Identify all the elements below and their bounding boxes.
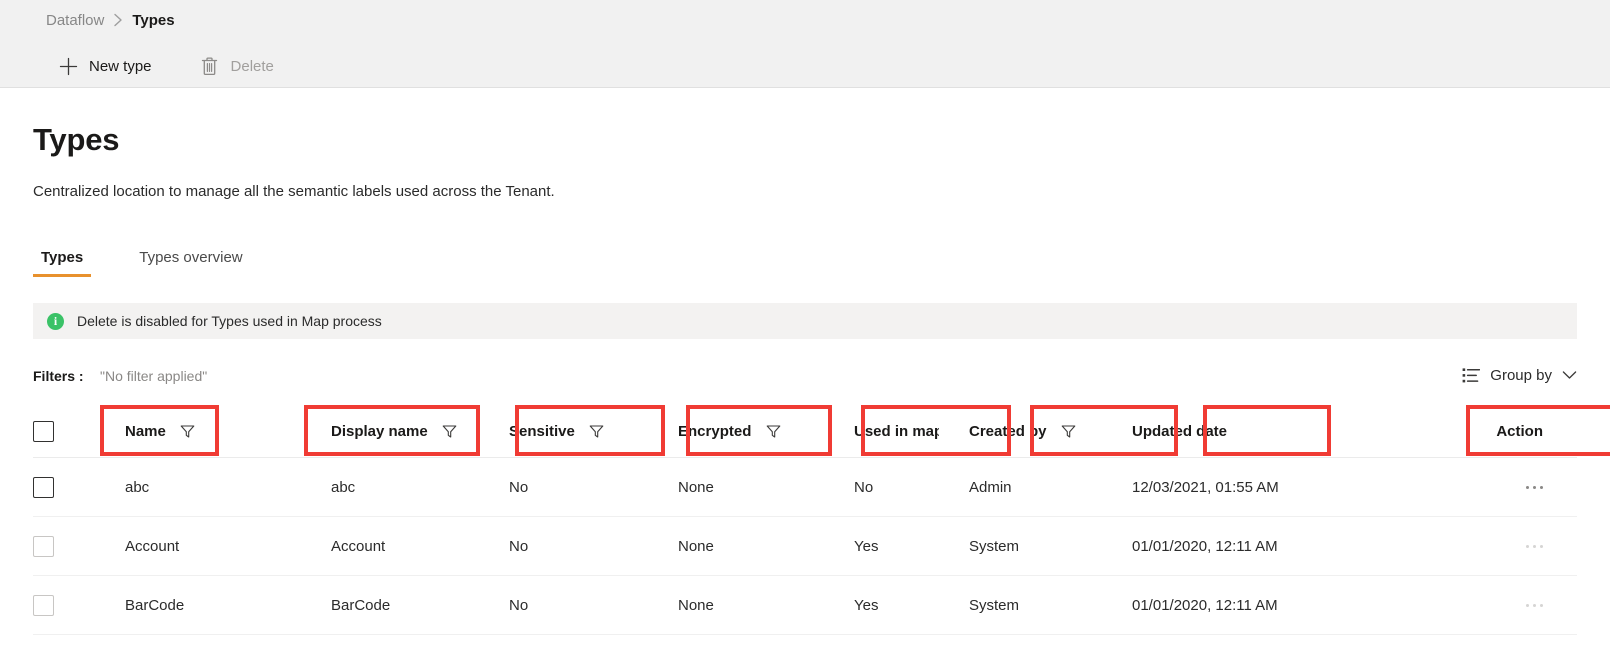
- cell-encrypted: None: [678, 537, 714, 555]
- trash-icon: [200, 56, 220, 76]
- column-header-sensitive-label: Sensitive: [509, 422, 575, 440]
- tab-types-overview-label: Types overview: [139, 249, 243, 266]
- info-banner: i Delete is disabled for Types used in M…: [33, 303, 1577, 339]
- column-header-sensitive[interactable]: Sensitive: [479, 423, 648, 440]
- column-header-action-label: Action: [1496, 422, 1543, 440]
- plus-icon: [58, 56, 78, 76]
- cell-display-name: abc: [331, 478, 356, 496]
- column-header-created-by[interactable]: Created by: [939, 423, 1102, 440]
- ellipsis-icon[interactable]: [1526, 593, 1543, 617]
- row-select-cell: [33, 535, 92, 557]
- table-row[interactable]: Account Account No None Yes System 01/01…: [33, 517, 1577, 576]
- tab-bar: Types Types overview: [33, 235, 291, 277]
- column-header-name[interactable]: Name: [92, 423, 301, 440]
- row-checkbox[interactable]: [33, 535, 54, 557]
- cell-used-in-map: No: [854, 478, 874, 496]
- cell-updated-date: 01/01/2020, 12:11 AM: [1132, 596, 1278, 614]
- column-header-updated-date-label: Updated date: [1132, 422, 1228, 440]
- cell-encrypted: None: [678, 596, 714, 614]
- table-row[interactable]: abc abc No None No Admin 12/03/2021, 01:…: [33, 458, 1577, 517]
- cell-display-name: BarCode: [331, 596, 391, 614]
- column-header-created-by-label: Created by: [969, 422, 1047, 440]
- filters-label: Filters :: [33, 368, 84, 384]
- page-title: Types: [33, 122, 120, 157]
- info-icon: i: [47, 312, 64, 330]
- chevron-down-icon: [1562, 370, 1577, 380]
- breadcrumb: Dataflow Types: [46, 8, 175, 32]
- column-header-name-label: Name: [125, 422, 166, 440]
- cell-name: abc: [125, 478, 150, 496]
- cell-updated-date: 01/01/2020, 12:11 AM: [1132, 537, 1278, 555]
- new-type-button[interactable]: New type: [46, 46, 164, 86]
- top-chrome: Dataflow Types New type Delete: [0, 0, 1610, 88]
- filters-value: "No filter applied": [100, 368, 208, 384]
- column-header-encrypted-label: Encrypted: [678, 422, 752, 440]
- filter-icon[interactable]: [180, 423, 196, 439]
- cell-action: [1356, 534, 1577, 558]
- filter-icon[interactable]: [1061, 423, 1077, 439]
- column-header-encrypted[interactable]: Encrypted: [648, 423, 824, 440]
- group-by-button[interactable]: Group by: [1462, 366, 1577, 384]
- row-checkbox[interactable]: [33, 594, 54, 616]
- column-header-used-in-map-label: Used in map: [854, 422, 939, 440]
- tab-types-label: Types: [41, 249, 84, 266]
- cell-updated-date: 12/03/2021, 01:55 AM: [1132, 478, 1279, 496]
- list-group-icon: [1462, 366, 1481, 384]
- group-by-label: Group by: [1490, 366, 1552, 384]
- table-header-row: Name Display name Sensitive Encrypted Us…: [33, 405, 1577, 458]
- filter-icon[interactable]: [765, 423, 781, 439]
- cell-sensitive: No: [509, 596, 529, 614]
- cell-sensitive: No: [509, 478, 529, 496]
- cell-used-in-map: Yes: [854, 596, 879, 614]
- cell-created-by: Admin: [969, 478, 1012, 496]
- cell-display-name: Account: [331, 537, 386, 555]
- filter-bar: Filters : "No filter applied" Group by: [33, 366, 1577, 392]
- column-header-action[interactable]: Action: [1356, 423, 1577, 440]
- table-row[interactable]: BarCode BarCode No None Yes System 01/01…: [33, 576, 1577, 635]
- cell-action: [1356, 593, 1577, 617]
- select-all-cell: [33, 420, 92, 442]
- ellipsis-icon[interactable]: [1526, 534, 1543, 558]
- tab-types-overview[interactable]: Types overview: [131, 249, 250, 277]
- cell-created-by: System: [969, 537, 1020, 555]
- cell-encrypted: None: [678, 478, 714, 496]
- filter-icon[interactable]: [589, 423, 605, 439]
- breadcrumb-item-dataflow[interactable]: Dataflow: [46, 12, 104, 29]
- cell-used-in-map: Yes: [854, 537, 879, 555]
- ellipsis-icon[interactable]: [1526, 475, 1543, 499]
- row-select-cell: [33, 594, 92, 616]
- command-toolbar: New type Delete: [46, 46, 286, 86]
- tab-types[interactable]: Types: [33, 249, 92, 277]
- column-header-updated-date[interactable]: Updated date: [1102, 423, 1356, 440]
- delete-label: Delete: [230, 57, 274, 75]
- row-select-cell: [33, 476, 92, 498]
- row-checkbox[interactable]: [33, 476, 54, 498]
- info-banner-text: Delete is disabled for Types used in Map…: [77, 313, 382, 329]
- breadcrumb-item-types[interactable]: Types: [132, 12, 174, 29]
- cell-name: Account: [125, 537, 180, 555]
- page-subtitle: Centralized location to manage all the s…: [33, 183, 555, 200]
- cell-name: BarCode: [125, 596, 185, 614]
- column-header-display-name[interactable]: Display name: [301, 423, 479, 440]
- chevron-right-icon: [113, 13, 123, 27]
- delete-button[interactable]: Delete: [188, 46, 286, 86]
- column-header-display-name-label: Display name: [331, 422, 428, 440]
- new-type-label: New type: [89, 57, 152, 75]
- cell-action: [1356, 475, 1577, 499]
- cell-sensitive: No: [509, 537, 529, 555]
- types-table: Name Display name Sensitive Encrypted Us…: [33, 405, 1577, 635]
- select-all-checkbox[interactable]: [33, 420, 54, 442]
- filter-icon[interactable]: [442, 423, 458, 439]
- cell-created-by: System: [969, 596, 1020, 614]
- column-header-used-in-map[interactable]: Used in map: [824, 423, 939, 440]
